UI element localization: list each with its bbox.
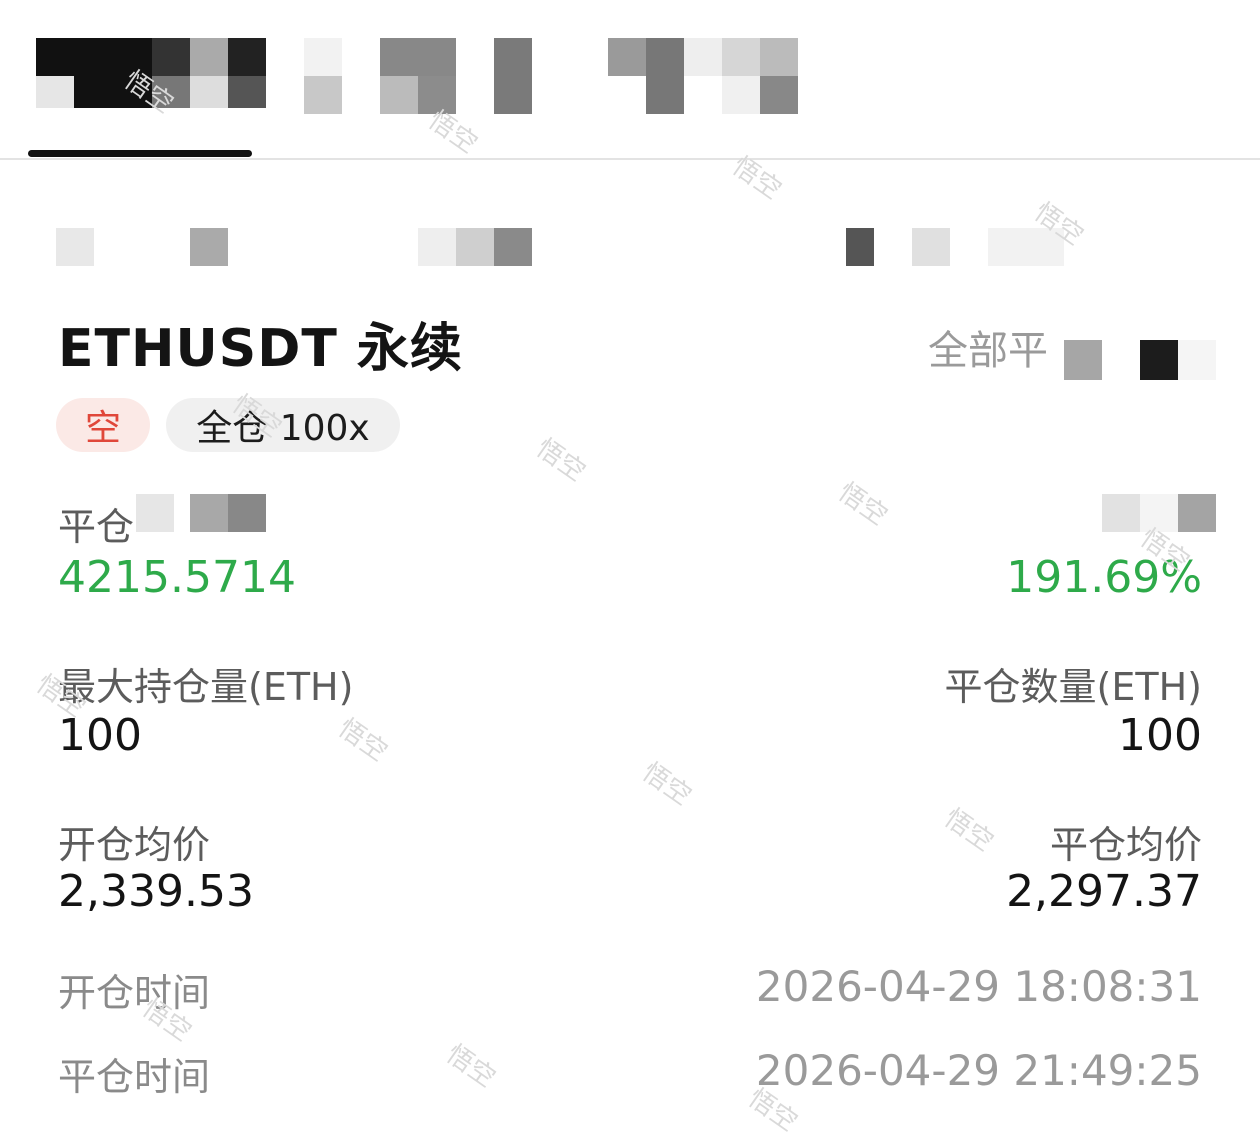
open-price-label: 开仓均价: [58, 823, 211, 867]
redacted-info-row: [56, 228, 1206, 266]
tab-bar: [0, 0, 1260, 160]
active-tab-indicator: [28, 150, 252, 157]
pnl-label-redacted: [136, 494, 266, 532]
pnl-label: 平仓: [58, 505, 135, 549]
tab-third[interactable]: [574, 38, 800, 114]
watermark: 悟空: [440, 1039, 501, 1094]
close-price-value: 2,297.37: [1006, 866, 1202, 917]
close-price-label: 平仓均价: [1049, 823, 1202, 867]
close-all-redacted: [1064, 340, 1216, 380]
close-time-value: 2026-04-29 21:49:25: [755, 1046, 1202, 1095]
watermark: 悟空: [938, 803, 999, 858]
watermark: 悟空: [530, 433, 591, 488]
pnl-value: 4215.5714: [58, 552, 296, 603]
watermark: 悟空: [636, 757, 697, 812]
side-badge: 空: [56, 398, 150, 452]
open-time-value: 2026-04-29 18:08:31: [755, 962, 1202, 1011]
margin-mode-badge: 全仓 100x: [166, 398, 400, 452]
tab-second[interactable]: [304, 38, 532, 114]
watermark: 悟空: [832, 477, 893, 532]
close-time-label: 平仓时间: [58, 1055, 211, 1099]
max-position-label: 最大持仓量(ETH): [58, 665, 354, 709]
open-price-value: 2,339.53: [58, 866, 254, 917]
close-all-button[interactable]: 全部平: [928, 318, 1048, 376]
closed-quantity-label: 平仓数量(ETH): [944, 665, 1202, 709]
watermark: 悟空: [332, 713, 393, 768]
closed-quantity-value: 100: [1118, 710, 1202, 761]
position-symbol: ETHUSDT 永续: [58, 319, 463, 379]
